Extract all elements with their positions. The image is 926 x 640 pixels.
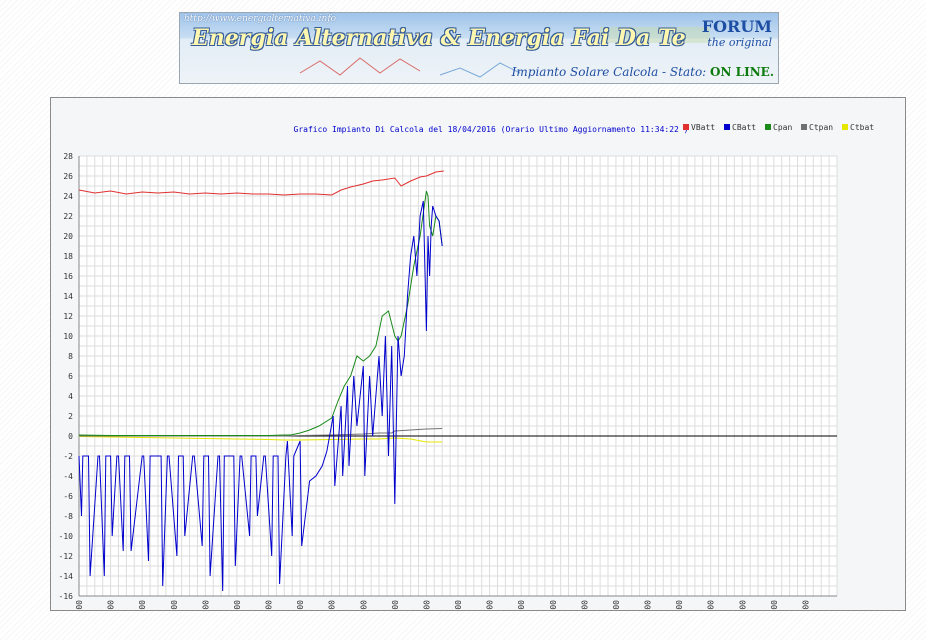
x-tick-label: 21:00 bbox=[738, 600, 747, 610]
y-tick-label: -8 bbox=[63, 512, 73, 521]
y-tick-label: 4 bbox=[68, 392, 73, 401]
chart-title: Grafico Impianto Di Calcola del 18/04/20… bbox=[294, 125, 689, 134]
y-tick-label: 22 bbox=[63, 212, 73, 221]
y-tick-label: -12 bbox=[59, 552, 74, 561]
legend-item: Ctpan bbox=[801, 123, 833, 132]
legend-swatch bbox=[683, 124, 689, 130]
plant-chart: 2826242220181614121086420-2-4-6-8-10-12-… bbox=[59, 123, 875, 610]
legend-label: CBatt bbox=[732, 123, 756, 132]
y-tick-label: 20 bbox=[63, 232, 73, 241]
x-tick-label: 06:00 bbox=[265, 600, 274, 610]
y-tick-label: -14 bbox=[59, 572, 74, 581]
legend-swatch bbox=[842, 124, 848, 130]
legend-label: Ctbat bbox=[850, 123, 874, 132]
x-tick-label: 01:00 bbox=[107, 600, 116, 610]
y-tick-label: 18 bbox=[63, 252, 73, 261]
x-tick-label: 17:00 bbox=[612, 600, 621, 610]
x-tick-label: 02:00 bbox=[138, 600, 147, 610]
y-tick-label: 16 bbox=[63, 272, 73, 281]
banner-headline: Energia Alternativa & Energia Fai Da Te bbox=[192, 25, 686, 51]
legend-item: CBatt bbox=[724, 123, 756, 132]
y-tick-label: 12 bbox=[63, 312, 73, 321]
forum-logo-sub: the original bbox=[707, 36, 772, 49]
x-tick-label: 00:00 bbox=[75, 600, 84, 610]
x-tick-label: 12:00 bbox=[454, 600, 463, 610]
y-tick-label: 14 bbox=[63, 292, 73, 301]
y-tick-label: 28 bbox=[63, 152, 73, 161]
plant-status: Impianto Solare Calcola - Stato: ON LINE… bbox=[512, 65, 774, 79]
x-tick-label: 13:00 bbox=[486, 600, 495, 610]
legend-label: Ctpan bbox=[809, 123, 833, 132]
y-tick-label: -4 bbox=[63, 472, 73, 481]
plant-status-label: Impianto Solare Calcola - Stato: bbox=[511, 65, 707, 79]
banner-deco-wave bbox=[299, 57, 421, 76]
x-tick-label: 07:00 bbox=[296, 600, 305, 610]
y-tick-label: -16 bbox=[59, 592, 74, 601]
y-tick-label: 24 bbox=[63, 192, 73, 201]
x-tick-label: 18:00 bbox=[644, 600, 653, 610]
legend-swatch bbox=[724, 124, 730, 130]
y-tick-label: 10 bbox=[63, 332, 73, 341]
x-tick-label: 09:00 bbox=[359, 600, 368, 610]
x-tick-label: 11:00 bbox=[422, 600, 431, 610]
y-tick-label: 26 bbox=[63, 172, 73, 181]
legend-swatch bbox=[801, 124, 807, 130]
legend-label: Cpan bbox=[773, 123, 792, 132]
forum-logo-text: FORUM bbox=[701, 17, 772, 36]
x-tick-label: 04:00 bbox=[201, 600, 210, 610]
site-banner[interactable]: http://www.energialternativa.info Energi… bbox=[179, 12, 779, 84]
x-tick-label: 03:00 bbox=[170, 600, 179, 610]
y-tick-label: 0 bbox=[68, 432, 73, 441]
forum-logo[interactable]: FORUM the original bbox=[702, 19, 772, 51]
x-tick-label: 15:00 bbox=[549, 600, 558, 610]
x-tick-label: 19:00 bbox=[675, 600, 684, 610]
x-tick-label: 20:00 bbox=[707, 600, 716, 610]
y-tick-label: -2 bbox=[63, 452, 73, 461]
legend-item: Cpan bbox=[765, 123, 792, 132]
y-tick-label: 2 bbox=[68, 412, 73, 421]
x-tick-label: 08:00 bbox=[328, 600, 337, 610]
banner-deco-wave-2 bbox=[439, 62, 521, 78]
y-tick-label: 6 bbox=[68, 372, 73, 381]
chart-panel: 28 26 24 22 20 18 16 14 12 10 8 6 4 2 0 -2 -4 -6 -8 -10 -12-… bbox=[50, 97, 906, 611]
x-tick-label: 22:00 bbox=[770, 600, 779, 610]
x-tick-label: 23:00 bbox=[801, 600, 810, 610]
legend-label: VBatt bbox=[691, 123, 715, 132]
x-tick-label: 10:00 bbox=[391, 600, 400, 610]
y-tick-label: 8 bbox=[68, 352, 73, 361]
plant-status-value: ON LINE. bbox=[710, 65, 774, 79]
x-tick-label: 16:00 bbox=[580, 600, 589, 610]
y-tick-label: -10 bbox=[59, 532, 74, 541]
banner-url[interactable]: http://www.energialternativa.info bbox=[184, 14, 336, 24]
legend-swatch bbox=[765, 124, 771, 130]
x-tick-label: 05:00 bbox=[233, 600, 242, 610]
y-tick-label: -6 bbox=[63, 492, 73, 501]
legend-item: Ctbat bbox=[842, 123, 874, 132]
x-tick-label: 14:00 bbox=[517, 600, 526, 610]
